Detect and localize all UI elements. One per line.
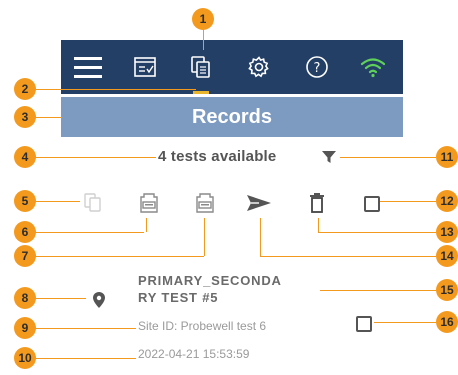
- record-site-id: Site ID: Probewell test 6: [138, 319, 267, 333]
- callout-leader: [26, 89, 196, 90]
- tests-available-count: 4 tests available: [158, 148, 277, 165]
- callout-14: 14: [436, 245, 458, 267]
- record-title-line-1: PRIMARY_SECONDA: [138, 273, 282, 288]
- svg-text:?: ?: [314, 61, 321, 76]
- help-icon[interactable]: ?: [303, 53, 331, 81]
- callout-9: 9: [14, 317, 36, 339]
- records-title-bar: Records: [61, 97, 403, 137]
- page-title: Records: [191, 105, 273, 128]
- callout-leader: [380, 201, 436, 202]
- callout-12: 12: [436, 190, 458, 212]
- send-icon[interactable]: [246, 190, 272, 216]
- location-pin-icon: [88, 287, 110, 313]
- select-all-checkbox[interactable]: [364, 196, 380, 212]
- callout-5: 5: [14, 190, 36, 212]
- callout-8: 8: [14, 287, 36, 309]
- callout-leader: [26, 328, 136, 329]
- callout-leader: [318, 218, 319, 232]
- menu-icon[interactable]: [74, 53, 102, 81]
- record-title[interactable]: PRIMARY_SECONDA RY TEST #5: [138, 272, 318, 306]
- active-tab-indicator: [193, 91, 209, 94]
- export-sd-card-icon[interactable]: [136, 190, 162, 216]
- callout-13: 13: [436, 221, 458, 243]
- callout-leader: [146, 218, 147, 232]
- callout-16: 16: [436, 311, 458, 333]
- callout-10: 10: [14, 347, 36, 369]
- callout-leader: [26, 232, 144, 233]
- record-title-line-2: RY TEST #5: [138, 290, 219, 305]
- callout-leader: [26, 256, 204, 257]
- callout-leader: [374, 322, 436, 323]
- callout-leader: [204, 218, 205, 256]
- copy-records-icon[interactable]: [80, 190, 106, 216]
- checklist-icon[interactable]: [131, 53, 159, 81]
- record-datetime: 2022-04-21 15:53:59: [138, 347, 250, 361]
- trash-icon[interactable]: [304, 190, 330, 216]
- record-select-checkbox[interactable]: [356, 316, 372, 332]
- gear-icon[interactable]: [245, 53, 273, 81]
- records-icon[interactable]: [187, 53, 215, 81]
- callout-11: 11: [436, 146, 458, 168]
- callout-leader: [260, 256, 436, 257]
- callout-4: 4: [14, 146, 36, 168]
- import-sd-card-icon[interactable]: [192, 190, 218, 216]
- wifi-icon: [359, 53, 387, 81]
- callout-leader: [340, 157, 436, 158]
- callout-7: 7: [14, 245, 36, 267]
- callout-3: 3: [14, 106, 36, 128]
- filter-icon[interactable]: [316, 144, 342, 170]
- callout-15: 15: [436, 279, 458, 301]
- top-navigation-bar: ?: [61, 40, 403, 94]
- callout-leader: [26, 157, 156, 158]
- callout-leader: [26, 358, 136, 359]
- callout-leader: [318, 232, 436, 233]
- callout-leader: [320, 290, 436, 291]
- callout-6: 6: [14, 221, 36, 243]
- callout-2: 2: [14, 78, 36, 100]
- callout-leader: [260, 218, 261, 256]
- callout-1: 1: [192, 8, 214, 30]
